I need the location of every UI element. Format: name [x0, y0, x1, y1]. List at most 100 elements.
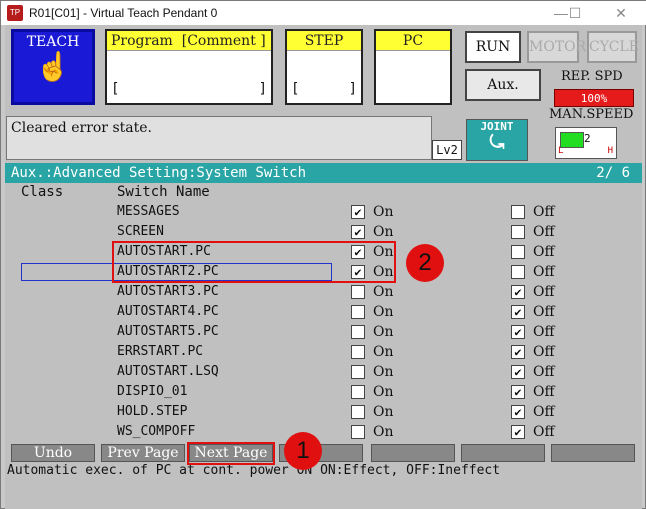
on-label: On — [373, 304, 394, 320]
switch-row[interactable]: DISPIO_01 On ✔ Off — [1, 382, 646, 402]
off-checkbox[interactable]: ✔ — [511, 305, 525, 319]
on-checkbox[interactable] — [351, 385, 365, 399]
undo-button[interactable]: Undo — [11, 444, 95, 462]
off-checkbox[interactable]: ✔ — [511, 385, 525, 399]
app-icon: TP — [7, 5, 23, 21]
on-checkbox[interactable] — [351, 305, 365, 319]
on-checkbox[interactable] — [351, 425, 365, 439]
man-speed-gauge[interactable]: 2 L H — [555, 127, 617, 159]
off-label: Off — [533, 244, 555, 260]
on-checkbox[interactable]: ✔ — [351, 205, 365, 219]
on-checkbox[interactable] — [351, 325, 365, 339]
on-label: On — [373, 384, 394, 400]
switch-row[interactable]: AUTOSTART.LSQ On ✔ Off — [1, 362, 646, 382]
switch-row[interactable]: AUTOSTART3.PC On ✔ Off — [1, 282, 646, 302]
off-checkbox[interactable] — [511, 245, 525, 259]
off-checkbox[interactable] — [511, 225, 525, 239]
screen-path-bar: Aux.:Advanced Setting:System Switch 2/ 6 — [5, 163, 642, 183]
function-key-7[interactable] — [551, 444, 635, 462]
switch-name: AUTOSTART5.PC — [117, 324, 219, 339]
on-checkbox[interactable] — [351, 405, 365, 419]
program-box[interactable]: Program [Comment ] [ ] — [105, 29, 273, 105]
run-button[interactable]: RUN — [465, 31, 521, 63]
off-label: Off — [533, 264, 555, 280]
rep-spd-label: REP. SPD — [561, 69, 623, 84]
level-indicator: Lv2 — [432, 140, 462, 160]
switch-name-column-header: Switch Name — [117, 184, 210, 200]
close-icon[interactable]: ✕ — [607, 3, 635, 23]
switch-name: SCREEN — [117, 224, 164, 239]
off-label: Off — [533, 424, 555, 440]
switch-name: ERRSTART.PC — [117, 344, 204, 359]
cycle-button[interactable]: CYCLE — [587, 31, 639, 63]
on-label: On — [373, 424, 394, 440]
aux-button[interactable]: Aux. — [465, 69, 541, 101]
function-key-5[interactable] — [371, 444, 455, 462]
man-speed-value: 2 — [584, 132, 591, 145]
pc-box[interactable]: PC — [374, 29, 452, 105]
off-checkbox[interactable] — [511, 265, 525, 279]
off-label: Off — [533, 344, 555, 360]
on-label: On — [373, 224, 394, 240]
off-checkbox[interactable]: ✔ — [511, 365, 525, 379]
step-bracket-left: [ — [291, 81, 300, 97]
off-checkbox[interactable] — [511, 205, 525, 219]
on-label: On — [373, 404, 394, 420]
class-column-header: Class — [21, 184, 64, 200]
off-checkbox[interactable]: ✔ — [511, 405, 525, 419]
rep-spd-value: 100% — [554, 89, 634, 107]
window-title: R01[C01] - Virtual Teach Pendant 0 — [29, 6, 218, 20]
comment-label: [Comment ] — [181, 33, 266, 49]
teach-label: TEACH — [26, 34, 80, 50]
off-label: Off — [533, 304, 555, 320]
callout-badge-1: 1 — [284, 432, 322, 470]
off-label: Off — [533, 284, 555, 300]
off-label: Off — [533, 364, 555, 380]
on-label: On — [373, 204, 394, 220]
switch-row[interactable]: HOLD.STEP On ✔ Off — [1, 402, 646, 422]
pendant-window: TP R01[C01] - Virtual Teach Pendant 0 — … — [0, 0, 646, 509]
status-line: Automatic exec. of PC at cont. power ON … — [7, 463, 501, 478]
joint-mode-button[interactable]: JOINT ⤿ — [466, 119, 528, 161]
switch-row[interactable]: AUTOSTART5.PC On ✔ Off — [1, 322, 646, 342]
on-checkbox[interactable] — [351, 345, 365, 359]
on-label: On — [373, 344, 394, 360]
man-speed-label: MAN.SPEED — [549, 107, 634, 122]
switch-row[interactable]: ERRSTART.PC On ✔ Off — [1, 342, 646, 362]
maximize-icon[interactable]: ☐ — [561, 3, 589, 23]
prev-page-button[interactable]: Prev Page — [101, 444, 185, 462]
message-area: Cleared error state. — [6, 116, 432, 160]
teach-mode-button[interactable]: TEACH ☝ — [11, 29, 95, 105]
off-label: Off — [533, 404, 555, 420]
program-bracket-left: [ — [111, 81, 120, 97]
switch-row[interactable]: SCREEN ✔ On Off — [1, 222, 646, 242]
switch-row[interactable]: AUTOSTART4.PC On ✔ Off — [1, 302, 646, 322]
off-checkbox[interactable]: ✔ — [511, 345, 525, 359]
off-checkbox[interactable]: ✔ — [511, 285, 525, 299]
hand-pointer-icon: ☝ — [35, 50, 71, 83]
step-box[interactable]: STEP [ ] — [285, 29, 363, 105]
motor-button[interactable]: MOTOR — [527, 31, 586, 63]
on-checkbox[interactable] — [351, 285, 365, 299]
off-checkbox[interactable]: ✔ — [511, 325, 525, 339]
switch-name: AUTOSTART.LSQ — [117, 364, 219, 379]
on-checkbox[interactable] — [351, 365, 365, 379]
program-label: Program — [111, 33, 173, 49]
off-label: Off — [533, 324, 555, 340]
step-header: STEP — [287, 31, 361, 51]
on-checkbox[interactable]: ✔ — [351, 225, 365, 239]
off-checkbox[interactable]: ✔ — [511, 425, 525, 439]
man-speed-low: L — [558, 146, 564, 156]
callout-badge-2: 2 — [406, 244, 444, 282]
switch-name: AUTOSTART4.PC — [117, 304, 219, 319]
man-speed-fill — [560, 132, 584, 148]
switch-row[interactable]: WS_COMPOFF On ✔ Off — [1, 422, 646, 442]
callout-box-next-page — [187, 442, 275, 465]
step-bracket-right: ] — [348, 81, 357, 97]
screen-path: Aux.:Advanced Setting:System Switch — [11, 165, 307, 181]
on-label: On — [373, 364, 394, 380]
off-label: Off — [533, 204, 555, 220]
function-key-6[interactable] — [461, 444, 545, 462]
page-indicator: 2/ 6 — [596, 165, 630, 181]
switch-row[interactable]: MESSAGES ✔ On Off — [1, 202, 646, 222]
